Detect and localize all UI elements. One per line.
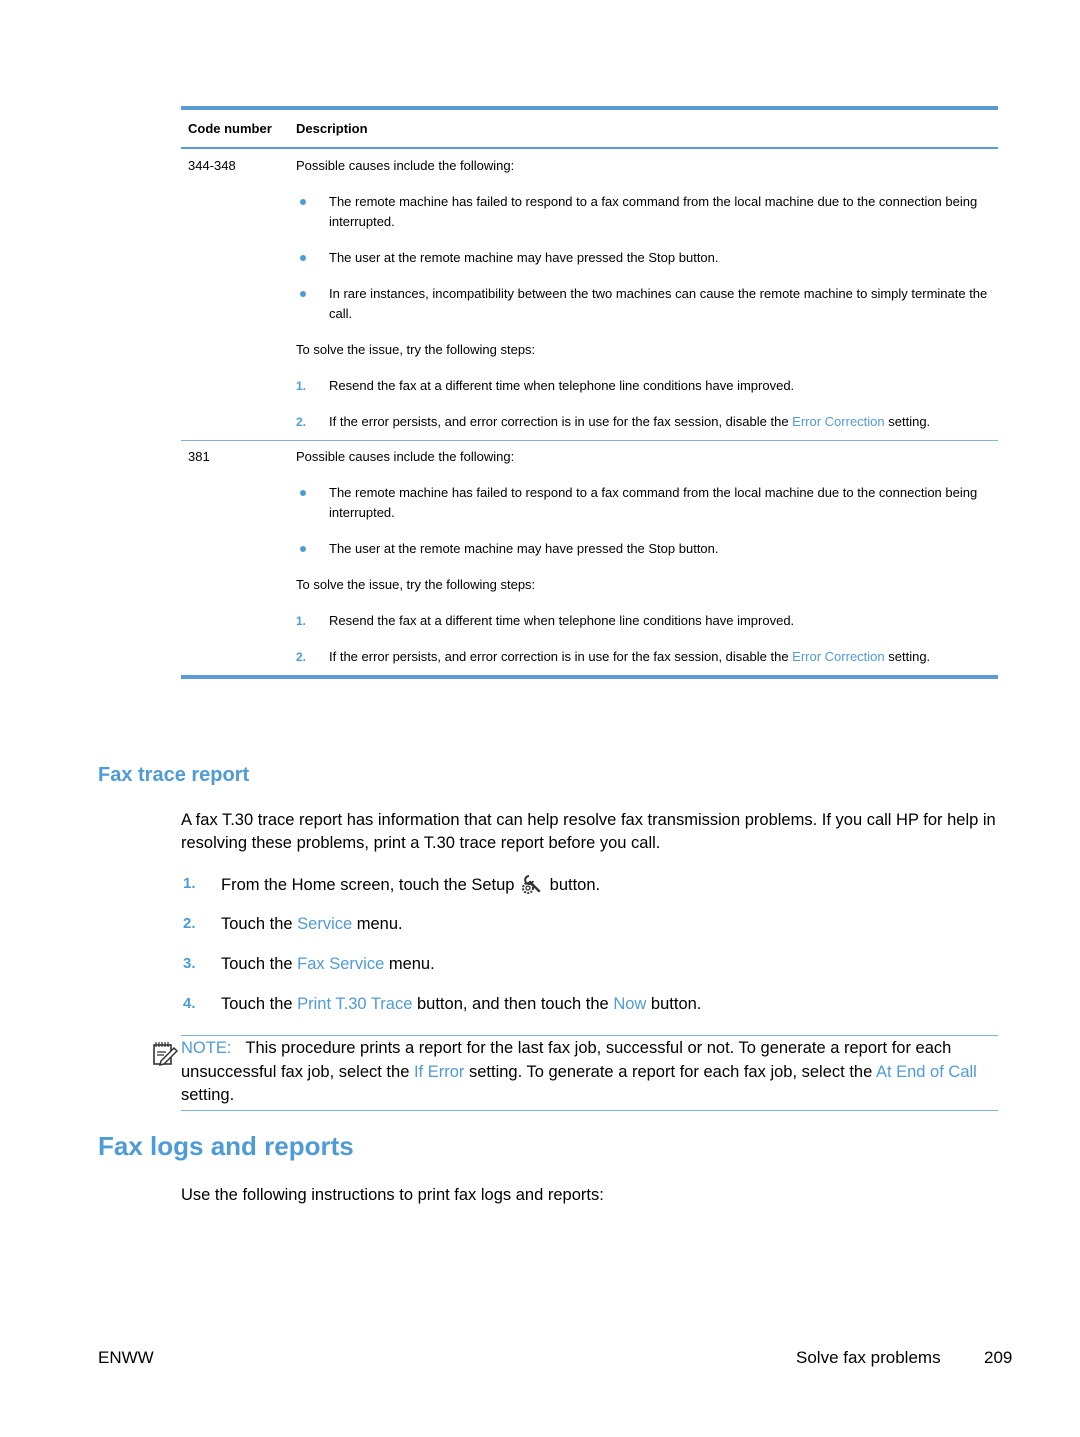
step-item: 1. Resend the fax at a different time whe… [296,376,998,396]
causes-list: The remote machine has failed to respond… [296,483,998,559]
column-header-description: Description [296,121,368,136]
column-header-code: Code number [188,121,272,136]
note-box: NOTE: This procedure prints a report for … [153,1035,998,1111]
note-pencil-icon [153,1042,178,1066]
error-correction-setting-link[interactable]: Error Correction [792,414,884,429]
steps-intro: To solve the issue, try the following st… [296,342,536,357]
cause-item: The remote machine has failed to respond… [296,192,998,232]
section-heading-fax-trace-report: Fax trace report [98,764,250,786]
section-heading-fax-logs-and-reports: Fax logs and reports [98,1131,354,1161]
causes-intro: Possible causes include the following: [296,158,515,173]
causes-list: The remote machine has failed to respond… [296,192,998,324]
code-number: 381 [188,449,210,464]
at-end-of-call-setting-link[interactable]: At End of Call [876,1063,977,1081]
table-header: Code number Description [181,110,998,149]
cause-item: The user at the remote machine may have … [296,248,998,268]
steps-list: 1. Resend the fax at a different time whe… [296,611,998,667]
step-item: 1. From the Home screen, touch the Setup… [183,875,601,894]
service-menu-link[interactable]: Service [297,915,352,933]
error-correction-setting-link[interactable]: Error Correction [792,649,884,664]
bullet-icon [300,291,306,297]
step-item: 4. Touch the Print T.30 Trace button, and… [183,995,702,1013]
fax-service-menu-link[interactable]: Fax Service [297,955,384,973]
print-t30-trace-button-link[interactable]: Print T.30 Trace [297,995,412,1013]
cause-item: In rare instances, incompatibility betwe… [296,284,998,324]
bullet-icon [300,199,306,205]
table-row: 381 Possible causes include the followin… [181,440,998,675]
step-item: 2. Touch the Service menu. [183,915,403,933]
description-cell: Possible causes include the following: T… [296,441,998,675]
step-number: 2. [296,415,307,429]
fax-trace-steps: 1. From the Home screen, touch the Setup… [181,873,1001,1033]
bullet-icon [300,546,306,552]
code-number: 344-348 [188,158,236,173]
bullet-icon [300,255,306,261]
steps-list: 1. Resend the fax at a different time whe… [296,376,998,432]
page-number: 209 [984,1348,1013,1367]
table-row: 344-348 Possible causes include the foll… [181,149,998,440]
now-button-link[interactable]: Now [613,995,646,1013]
step-number: 1. [183,875,196,892]
step-item: 1. Resend the fax at a different time whe… [296,611,998,631]
fax-logs-intro-paragraph: Use the following instructions to print … [181,1186,604,1204]
bullet-icon [300,490,306,496]
steps-intro: To solve the issue, try the following st… [296,577,536,592]
step-item: 2. If the error persists, and error corre… [296,647,998,667]
step-number: 1. [296,614,307,628]
cause-item: The remote machine has failed to respond… [296,483,998,523]
step-number: 1. [296,379,307,393]
causes-intro: Possible causes include the following: [296,449,515,464]
step-number: 2. [296,650,307,664]
footer-locale-code: ENWW [98,1348,154,1367]
cause-item: The user at the remote machine may have … [296,539,998,559]
fax-trace-intro-paragraph: A fax T.30 trace report has information … [181,811,996,852]
step-item: 2. If the error persists, and error corre… [296,412,998,432]
description-cell: Possible causes include the following: T… [296,149,998,440]
if-error-setting-link[interactable]: If Error [414,1063,464,1081]
step-item: 3. Touch the Fax Service menu. [183,955,435,973]
error-code-table: Code number Description 344-348 Possible… [181,106,998,679]
step-number: 4. [183,995,196,1012]
step-number: 3. [183,955,196,972]
setup-wrench-gear-icon [522,875,541,894]
footer-section-title: Solve fax problems [796,1348,941,1367]
note-label: NOTE: [181,1039,232,1057]
step-number: 2. [183,915,196,932]
